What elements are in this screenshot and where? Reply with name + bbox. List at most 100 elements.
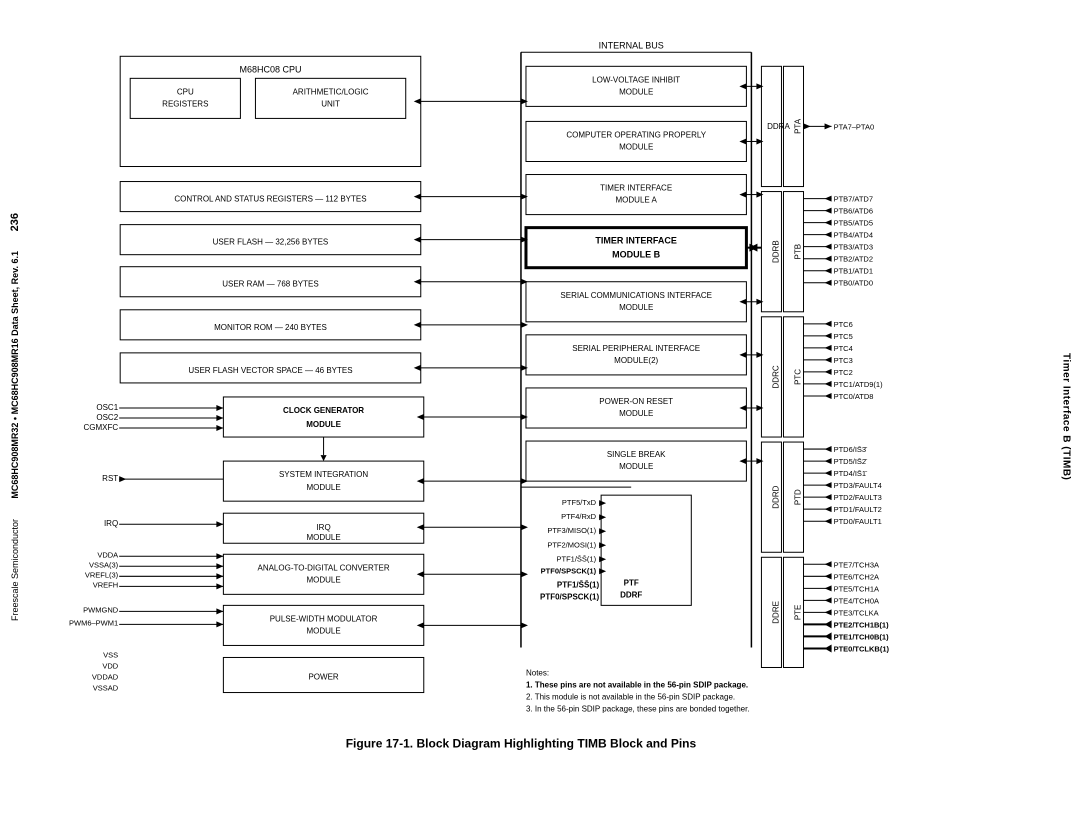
svg-text:MODULE: MODULE [619,303,653,312]
svg-text:MODULE: MODULE [619,462,653,471]
svg-text:PTF3/MISO(1): PTF3/MISO(1) [547,526,596,535]
user-flash-label: USER FLASH — 32,256 BYTES [213,238,329,247]
svg-text:PTF1/S̄S̄(1): PTF1/S̄S̄(1) [557,580,600,589]
svg-text:PTB5/ATD5: PTB5/ATD5 [834,219,873,228]
svg-text:PTE1/TCH0B(1): PTE1/TCH0B(1) [834,632,890,641]
svg-text:VREFH: VREFH [93,580,118,589]
chip-name: MC68HC908MR32 • MC68HC908MR16 Data Sheet… [10,251,20,499]
spi-label: SERIAL PERIPHERAL INTERFACE [572,344,700,353]
svg-text:PTF0/SPSCK(1): PTF0/SPSCK(1) [540,592,599,601]
svg-text:PTC6: PTC6 [834,320,853,329]
svg-text:MODULE: MODULE [619,409,653,418]
svg-text:MODULE A: MODULE A [616,196,658,205]
svg-text:IRQ: IRQ [104,519,118,528]
timer-b-label: TIMER INTERFACE [595,236,677,246]
svg-text:VDD: VDD [102,661,118,670]
svg-text:PTE5/TCH1A: PTE5/TCH1A [834,584,879,593]
svg-text:PTF5/TxD: PTF5/TxD [562,498,597,507]
svg-text:PTD5/IS̄2̄: PTD5/IS̄2̄ [834,457,868,466]
svg-text:PTD4/IS̄1̄: PTD4/IS̄1̄ [834,469,868,478]
svg-text:PTC: PTC [794,369,803,385]
user-ram-label: USER RAM — 768 BYTES [222,280,318,289]
svg-text:DDRF: DDRF [620,590,642,599]
svg-text:PTD0/FAULT1: PTD0/FAULT1 [834,517,882,526]
svg-text:Figure 17-1. Block Diagram Hig: Figure 17-1. Block Diagram Highlighting … [346,737,697,751]
svg-text:PTE4/TCH0A: PTE4/TCH0A [834,596,879,605]
monitor-rom-label: MONITOR ROM — 240 BYTES [214,323,327,332]
low-voltage-label: LOW-VOLTAGE INHIBIT [592,75,680,84]
power-label: POWER [308,673,338,682]
clock-gen-label: CLOCK GENERATOR [283,406,364,415]
svg-text:PTF0/SPSCK(1): PTF0/SPSCK(1) [541,566,597,575]
cpu-label: M68HC08 CPU [239,64,301,74]
svg-text:PTF4/RxD: PTF4/RxD [561,512,597,521]
svg-text:2. This module is not availabl: 2. This module is not available in the 5… [526,693,735,702]
svg-text:VREFL(3): VREFL(3) [85,570,119,579]
svg-text:PTE0/TCLKB(1): PTE0/TCLKB(1) [834,644,890,653]
svg-text:MODULE: MODULE [306,483,340,492]
svg-text:PTC1/ATD9(1): PTC1/ATD9(1) [834,380,884,389]
svg-text:REGISTERS: REGISTERS [162,99,208,108]
svg-text:MODULE: MODULE [306,533,340,542]
svg-text:3. In the 56-pin SDIP package,: 3. In the 56-pin SDIP package, these pin… [526,705,750,714]
flash-vector-label: USER FLASH VECTOR SPACE — 46 BYTES [188,366,352,375]
single-break-label: SINGLE BREAK [607,450,666,459]
svg-text:PTF: PTF [624,578,639,587]
svg-text:RST: RST [102,474,118,483]
timer-a-label: TIMER INTERFACE [600,184,672,193]
svg-text:MODULE: MODULE [306,575,340,584]
svg-text:DDRC: DDRC [771,365,780,388]
svg-text:PWM6–PWM1: PWM6–PWM1 [69,618,118,627]
svg-text:PTF1/S̄S̄(1): PTF1/S̄S̄(1) [557,554,597,563]
svg-text:OSC1: OSC1 [96,403,118,412]
svg-text:PTD: PTD [794,489,803,505]
svg-text:1. These pins are not availabl: 1. These pins are not available in the 5… [526,681,748,690]
sci-label: SERIAL COMMUNICATIONS INTERFACE [560,291,712,300]
pwm-label: PULSE-WIDTH MODULATOR [270,614,378,623]
svg-text:PTB7/ATD7: PTB7/ATD7 [834,195,873,204]
svg-text:PTD1/FAULT2: PTD1/FAULT2 [834,505,882,514]
svg-text:PWMGND: PWMGND [83,605,119,614]
svg-text:PTE7/TCH3A: PTE7/TCH3A [834,560,879,569]
svg-text:PTF2/MOSI(1): PTF2/MOSI(1) [547,540,596,549]
svg-text:MODULE: MODULE [306,420,341,429]
svg-text:PTB1/ATD1: PTB1/ATD1 [834,267,873,276]
svg-text:PTE3/TCLKA: PTE3/TCLKA [834,608,879,617]
svg-text:PTB6/ATD6: PTB6/ATD6 [834,207,873,216]
svg-text:PTB3/ATD3: PTB3/ATD3 [834,243,873,252]
right-margin: Timer Interface B (TIMB) [1052,0,1080,834]
adc-label: ANALOG-TO-DIGITAL CONVERTER [257,563,389,572]
svg-text:PTB2/ATD2: PTB2/ATD2 [834,255,873,264]
svg-text:VDDAD: VDDAD [92,673,119,682]
block-diagram: INTERNAL BUS M68HC08 CPU CPU REGISTERS A… [30,0,1052,834]
svg-text:PTC3: PTC3 [834,356,853,365]
svg-text:PTB4/ATD4: PTB4/ATD4 [834,231,873,240]
svg-text:VSSAD: VSSAD [93,684,119,693]
svg-text:VDDA: VDDA [97,550,118,559]
svg-text:DDRD: DDRD [771,485,780,508]
cop-label: COMPUTER OPERATING PROPERLY [566,130,706,139]
freescale-text: Freescale Semiconductor [10,519,20,621]
svg-text:PTA: PTA [794,118,803,134]
svg-text:OSC2: OSC2 [96,413,118,422]
svg-text:DDRB: DDRB [771,240,780,263]
sys-integration-label: SYSTEM INTEGRATION [279,470,368,479]
svg-text:UNIT: UNIT [321,99,340,108]
svg-text:PTC4: PTC4 [834,344,853,353]
svg-text:PTA7–PTA0: PTA7–PTA0 [834,122,875,131]
svg-text:PTC5: PTC5 [834,332,853,341]
internal-bus-label: INTERNAL BUS [599,40,664,50]
svg-text:PTD3/FAULT4: PTD3/FAULT4 [834,481,882,490]
svg-text:PTC2: PTC2 [834,368,853,377]
left-margin: 236 MC68HC908MR32 • MC68HC908MR16 Data S… [0,0,30,834]
svg-text:VSS: VSS [103,650,118,659]
svg-text:PTE6/TCH2A: PTE6/TCH2A [834,572,879,581]
svg-text:MODULE B: MODULE B [612,250,660,260]
svg-text:PTB0/ATD0: PTB0/ATD0 [834,279,873,288]
svg-text:DDRA: DDRA [767,122,790,131]
svg-text:CGMXFC: CGMXFC [84,423,119,432]
svg-text:PTC0/ATD8: PTC0/ATD8 [834,392,874,401]
por-label: POWER-ON RESET [599,397,673,406]
svg-text:PTE: PTE [794,605,803,621]
svg-text:MODULE(2): MODULE(2) [614,356,658,365]
